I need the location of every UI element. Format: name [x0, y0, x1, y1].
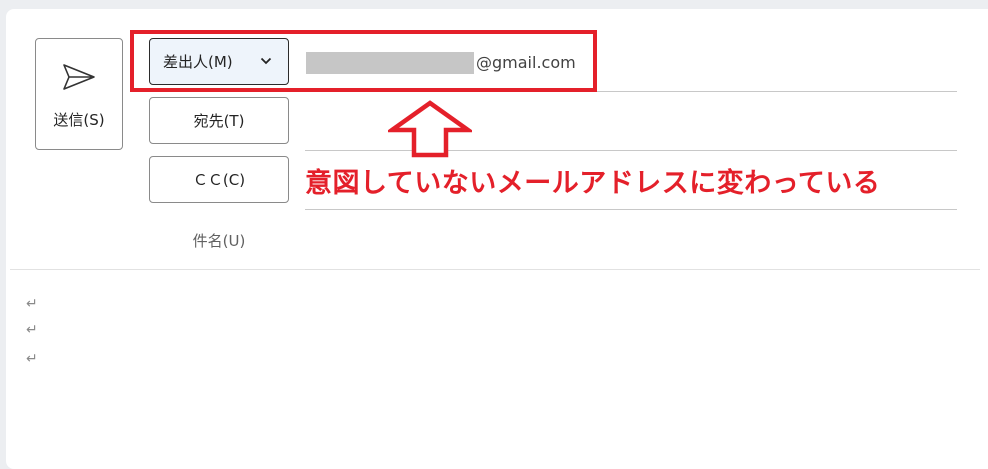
- up-arrow-annotation: [388, 100, 472, 158]
- to-label: 宛先(T): [193, 112, 245, 130]
- paragraph-mark[interactable]: ↵: [26, 351, 38, 367]
- to-button[interactable]: 宛先(T): [149, 97, 289, 144]
- highlight-box: [130, 30, 597, 92]
- annotation-text: 意図していないメールアドレスに変わっている: [305, 168, 881, 199]
- cc-button[interactable]: ＣＣ(C): [149, 156, 289, 203]
- paragraph-mark[interactable]: ↵: [26, 322, 38, 338]
- send-label: 送信(S): [53, 111, 105, 129]
- send-button[interactable]: 送信(S): [35, 38, 123, 150]
- send-icon: [63, 64, 95, 90]
- cc-field-underline[interactable]: [305, 209, 957, 210]
- cc-label: ＣＣ(C): [192, 171, 246, 189]
- subject-label: 件名(U): [192, 232, 246, 250]
- paragraph-mark[interactable]: ↵: [26, 296, 38, 312]
- header-body-divider: [10, 269, 980, 270]
